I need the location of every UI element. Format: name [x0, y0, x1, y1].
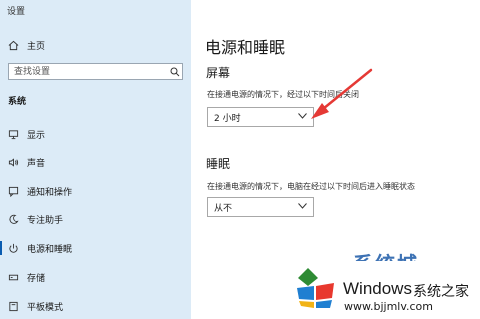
sidebar: 设置 主页 系统 显示 声音 通知和操作 专注助手	[0, 0, 191, 319]
sidebar-item-focus-assist[interactable]: 专注助手	[0, 208, 191, 230]
sidebar-item-storage[interactable]: 存储	[0, 266, 191, 288]
sidebar-item-display[interactable]: 显示	[0, 123, 191, 145]
notification-icon	[7, 185, 19, 197]
windows-logo-icon	[297, 268, 334, 308]
sidebar-item-sound[interactable]: 声音	[0, 151, 191, 173]
chevron-down-icon	[298, 112, 307, 122]
watermark-partial-text: 系统城	[353, 252, 419, 276]
watermark-brand: Windows	[343, 279, 412, 298]
sidebar-item-home[interactable]: 主页	[0, 34, 191, 56]
active-marker	[0, 241, 2, 255]
sidebar-item-label: 声音	[27, 158, 46, 169]
sidebar-item-label: 主页	[27, 41, 46, 52]
search-box[interactable]	[8, 63, 183, 80]
sidebar-item-label: 电源和睡眠	[27, 244, 73, 255]
app-title: 设置	[7, 7, 26, 17]
search-input[interactable]	[9, 65, 168, 78]
sidebar-item-notifications[interactable]: 通知和操作	[0, 180, 191, 202]
storage-icon	[7, 271, 19, 283]
tablet-icon	[7, 300, 19, 312]
sidebar-item-label: 平板模式	[27, 302, 64, 313]
display-icon	[7, 128, 19, 140]
sidebar-item-power-sleep[interactable]: 电源和睡眠	[0, 237, 191, 259]
section-label-system: 系统	[8, 97, 27, 107]
sleep-timeout-value: 从不	[214, 203, 233, 214]
chevron-down-icon	[298, 202, 307, 212]
sidebar-item-label: 通知和操作	[27, 187, 73, 198]
sidebar-item-label: 显示	[27, 130, 46, 141]
screen-description: 在接通电源的情况下，经过以下时间后关闭	[207, 90, 359, 99]
moon-icon	[7, 213, 19, 225]
speaker-icon	[7, 156, 19, 168]
screen-heading: 屏幕	[206, 66, 231, 80]
home-icon	[7, 39, 19, 51]
screen-timeout-dropdown[interactable]: 2 小时	[207, 107, 314, 127]
watermark-brand-cn: 系统之家	[413, 284, 469, 300]
page-title: 电源和睡眠	[205, 38, 286, 57]
power-icon	[7, 242, 19, 254]
sleep-heading: 睡眠	[206, 157, 231, 171]
sidebar-item-tablet-mode[interactable]: 平板模式	[0, 295, 191, 317]
watermark-url: www.bjjmlv.com	[344, 300, 433, 313]
sleep-timeout-dropdown[interactable]: 从不	[207, 197, 314, 217]
sleep-description: 在接通电源的情况下，电脑在经过以下时间后进入睡眠状态	[207, 182, 415, 191]
sidebar-item-label: 存储	[27, 273, 46, 284]
search-icon[interactable]	[168, 67, 182, 77]
sidebar-item-label: 专注助手	[27, 215, 64, 226]
screen-timeout-value: 2 小时	[214, 113, 241, 124]
